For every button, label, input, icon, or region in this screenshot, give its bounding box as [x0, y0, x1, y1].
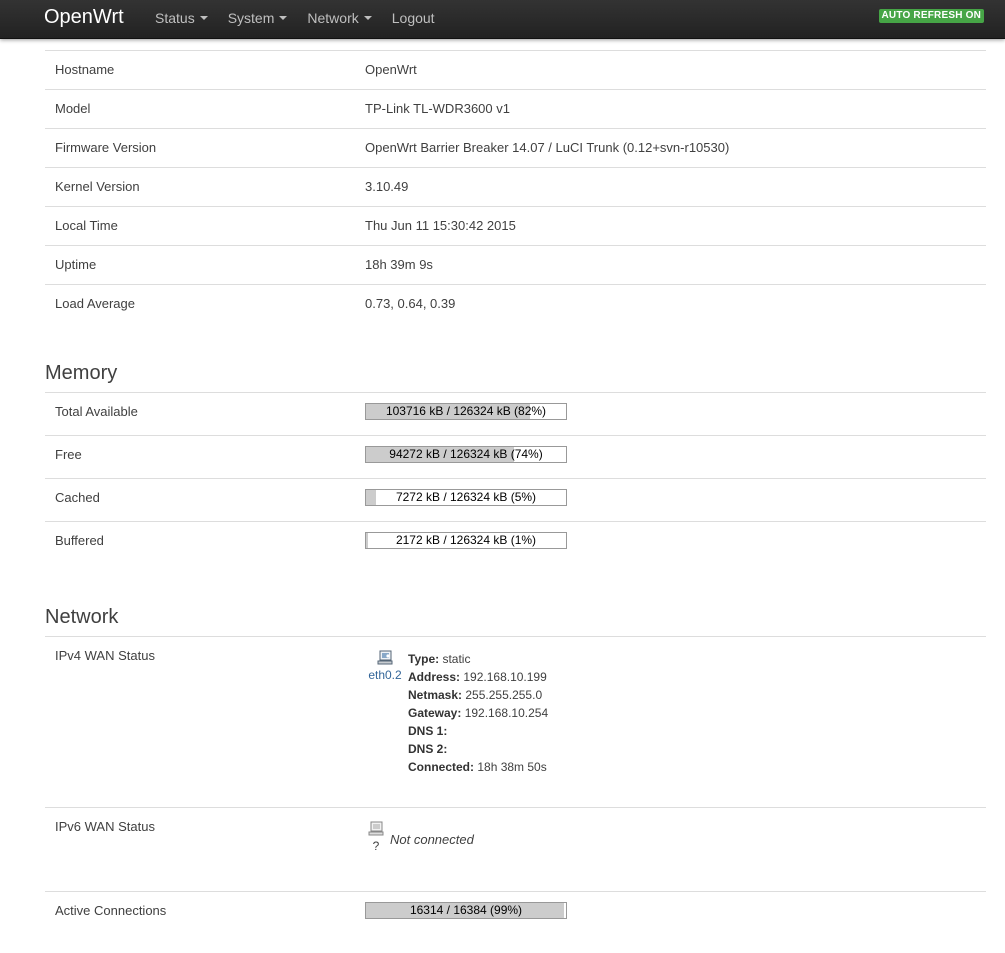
ipv6-interface[interactable]: ?	[365, 821, 387, 853]
ipv4-interface-name[interactable]: eth0.2	[365, 668, 405, 682]
ipv6-interface-name: ?	[372, 839, 380, 853]
field-value: 192.168.10.199	[463, 670, 547, 684]
firmware-value: OpenWrt Barrier Breaker 14.07 / LuCI Tru…	[365, 140, 730, 155]
chevron-down-icon	[279, 16, 288, 21]
auto-refresh-toggle[interactable]: AUTO REFRESH ON	[878, 9, 984, 23]
chevron-down-icon	[199, 16, 208, 21]
load-average-value: 0.73, 0.64, 0.39	[365, 296, 456, 311]
ipv6-status: Not connected	[390, 832, 474, 847]
total-available-bar: 103716 kB / 126324 kB (82%)	[365, 403, 567, 420]
top-navbar: OpenWrt Status System Network Logout AUT…	[0, 0, 1005, 39]
table-row: IPv6 WAN Status ? Not connected	[45, 807, 986, 891]
ipv4-netmask: Netmask: 255.255.255.0	[408, 686, 548, 704]
field-value: 255.255.255.0	[465, 688, 543, 702]
kernel-label: Kernel Version	[55, 179, 140, 194]
field-key: Address:	[408, 670, 461, 684]
field-key: DNS 2:	[408, 742, 448, 756]
cached-bar: 7272 kB / 126324 kB (5%)	[365, 489, 567, 506]
bar-text: 103716 kB / 126324 kB (82%)	[385, 404, 547, 418]
network-interface-icon	[368, 821, 384, 836]
menu-logout-label: Logout	[391, 10, 435, 26]
ipv4-address: Address: 192.168.10.199	[408, 668, 548, 686]
field-value: 18h 38m 50s	[477, 760, 547, 774]
memory-heading: Memory	[45, 362, 118, 384]
table-row: Cached 7272 kB / 126324 kB (5%)	[45, 478, 986, 521]
memory-table: Total Available 103716 kB / 126324 kB (8…	[45, 392, 986, 564]
ipv4-wan-label: IPv4 WAN Status	[55, 648, 155, 663]
firmware-label: Firmware Version	[55, 140, 157, 155]
local-time-label: Local Time	[55, 218, 118, 233]
hostname-label: Hostname	[55, 62, 115, 77]
model-value: TP-Link TL-WDR3600 v1	[365, 101, 510, 116]
menu-network[interactable]: Network	[307, 0, 372, 38]
network-interface-icon	[377, 650, 393, 665]
menu-system-label: System	[227, 10, 275, 26]
table-row: Model TP-Link TL-WDR3600 v1	[45, 89, 986, 128]
system-table: Hostname OpenWrt Model TP-Link TL-WDR360…	[45, 50, 986, 323]
bar-text: 16314 / 16384 (99%)	[409, 903, 523, 917]
table-row: Kernel Version 3.10.49	[45, 167, 986, 206]
active-connections-bar: 16314 / 16384 (99%)	[365, 902, 567, 919]
model-label: Model	[55, 101, 91, 116]
menu-network-label: Network	[307, 10, 359, 26]
table-row: Hostname OpenWrt	[45, 50, 986, 89]
ipv6-wan-label: IPv6 WAN Status	[55, 819, 155, 834]
ipv4-gateway: Gateway: 192.168.10.254	[408, 704, 548, 722]
hostname-value: OpenWrt	[365, 62, 417, 77]
active-connections-label: Active Connections	[55, 903, 167, 918]
uptime-label: Uptime	[55, 257, 97, 272]
ipv4-details: Type: static Address: 192.168.10.199 Net…	[408, 650, 548, 776]
menu-logout[interactable]: Logout	[392, 0, 435, 38]
field-key: Type:	[408, 652, 440, 666]
field-key: Gateway:	[408, 706, 462, 720]
brand-logo[interactable]: OpenWrt	[44, 4, 124, 30]
field-value: static	[442, 652, 471, 666]
field-key: DNS 1:	[408, 724, 448, 738]
ipv4-connected: Connected: 18h 38m 50s	[408, 758, 548, 776]
table-row: Active Connections 16314 / 16384 (99%)	[45, 891, 986, 934]
load-average-label: Load Average	[55, 296, 135, 311]
field-key: Connected:	[408, 760, 474, 774]
table-row: Free 94272 kB / 126324 kB (74%)	[45, 435, 986, 478]
table-row: Total Available 103716 kB / 126324 kB (8…	[45, 392, 986, 435]
network-heading: Network	[45, 606, 119, 628]
free-label: Free	[55, 447, 82, 462]
ipv4-type: Type: static	[408, 650, 548, 668]
table-row: Local Time Thu Jun 11 15:30:42 2015	[45, 206, 986, 245]
total-available-label: Total Available	[55, 404, 138, 419]
local-time-value: Thu Jun 11 15:30:42 2015	[365, 218, 516, 233]
table-row: Buffered 2172 kB / 126324 kB (1%)	[45, 521, 986, 564]
field-value: 192.168.10.254	[464, 706, 549, 720]
main-menu: Status System Network Logout	[155, 0, 455, 38]
buffered-bar: 2172 kB / 126324 kB (1%)	[365, 532, 567, 549]
bar-text: 2172 kB / 126324 kB (1%)	[395, 533, 537, 547]
menu-status[interactable]: Status	[155, 0, 208, 38]
table-row: IPv4 WAN Status eth0.2 Type: static Addr…	[45, 636, 986, 807]
uptime-value: 18h 39m 9s	[365, 257, 433, 272]
kernel-value: 3.10.49	[365, 179, 409, 194]
bar-text: 94272 kB / 126324 kB (74%)	[389, 447, 543, 461]
bar-text: 7272 kB / 126324 kB (5%)	[395, 490, 537, 504]
free-bar: 94272 kB / 126324 kB (74%)	[365, 446, 567, 463]
table-row: Firmware Version OpenWrt Barrier Breaker…	[45, 128, 986, 167]
table-row: Load Average 0.73, 0.64, 0.39	[45, 284, 986, 323]
ipv4-dns1: DNS 1:	[408, 722, 548, 740]
field-key: Netmask:	[408, 688, 463, 702]
menu-system[interactable]: System	[228, 0, 288, 38]
cached-label: Cached	[55, 490, 100, 505]
chevron-down-icon	[363, 16, 372, 21]
table-row: Uptime 18h 39m 9s	[45, 245, 986, 284]
menu-status-label: Status	[155, 10, 195, 26]
ipv4-dns2: DNS 2:	[408, 740, 548, 758]
buffered-label: Buffered	[55, 533, 104, 548]
network-table: IPv4 WAN Status eth0.2 Type: static Addr…	[45, 636, 986, 934]
ipv4-interface[interactable]: eth0.2	[365, 650, 405, 682]
